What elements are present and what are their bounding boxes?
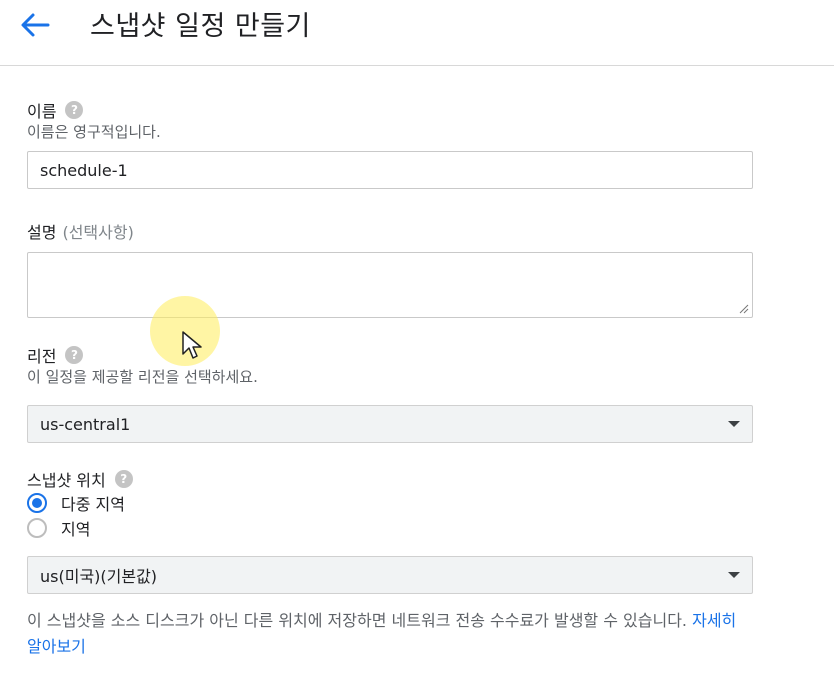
name-hint: 이름은 영구적입니다.: [27, 123, 161, 141]
location-selected-value: us(미국)(기본값): [40, 567, 158, 586]
description-label-row: 설명 (선택사항): [27, 219, 134, 243]
transfer-fee-note: 이 스냅샷을 소스 디스크가 아닌 다른 위치에 저장하면 네트워크 전송 수수…: [27, 608, 747, 660]
radio-checked-icon[interactable]: [27, 493, 47, 513]
description-field[interactable]: [27, 252, 753, 318]
description-label: 설명: [27, 223, 57, 242]
snapshot-location-select[interactable]: us(미국)(기본값): [27, 556, 753, 594]
radio-label: 지역: [61, 520, 91, 539]
region-selected-value: us-central1: [40, 414, 131, 434]
help-icon[interactable]: ?: [65, 101, 84, 119]
name-field[interactable]: [27, 151, 753, 189]
resize-handle-icon[interactable]: [739, 304, 749, 314]
name-label: 이름: [27, 102, 57, 121]
help-icon[interactable]: ?: [114, 470, 133, 488]
region-label: 리전: [27, 347, 57, 366]
page-title: 스냅샷 일정 만들기: [90, 11, 311, 42]
optional-tag: (선택사항): [62, 223, 134, 242]
help-icon[interactable]: ?: [65, 346, 84, 364]
name-label-row: 이름 ?: [27, 98, 84, 122]
snapshot-location-label: 스냅샷 위치: [27, 471, 106, 490]
snapshot-location-label-row: 스냅샷 위치 ?: [27, 467, 133, 491]
radio-multi-region[interactable]: 다중 지역: [27, 491, 125, 515]
mouse-pointer-icon: [182, 331, 202, 359]
radio-region[interactable]: 지역: [27, 516, 90, 540]
region-select[interactable]: us-central1: [27, 405, 753, 443]
region-hint: 이 일정을 제공할 리전을 선택하세요.: [27, 368, 258, 386]
dropdown-caret-icon: [728, 421, 740, 427]
radio-label: 다중 지역: [61, 495, 125, 514]
description-field-wrap: [27, 252, 753, 318]
page-header: 스냅샷 일정 만들기: [0, 0, 834, 66]
dropdown-caret-icon: [728, 572, 740, 578]
arrow-left-icon[interactable]: [18, 10, 52, 40]
radio-unchecked-icon[interactable]: [27, 518, 47, 538]
region-label-row: 리전 ?: [27, 343, 84, 367]
note-text: 이 스냅샷을 소스 디스크가 아닌 다른 위치에 저장하면 네트워크 전송 수수…: [27, 611, 688, 630]
